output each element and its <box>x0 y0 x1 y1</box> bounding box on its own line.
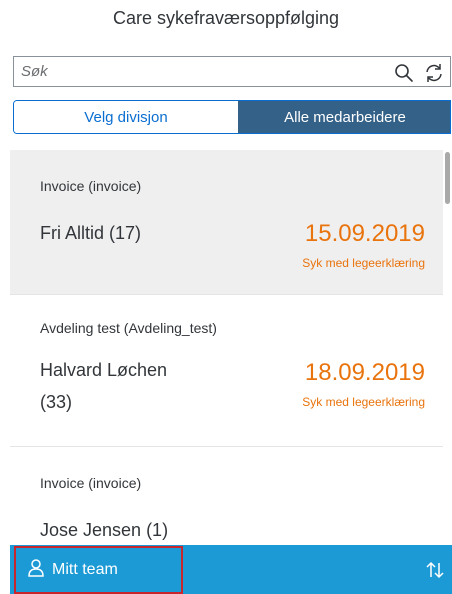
item-status: Syk med legeerklæring <box>302 256 425 270</box>
item-date: 18.09.2019 <box>304 359 425 386</box>
list-item[interactable]: Invoice (invoice) Fri Alltid (17) 15.09.… <box>10 150 443 295</box>
item-employee-name-line1: Halvard Løchen <box>40 360 168 380</box>
view-segmented-control: Velg divisjon Alle medarbeidere <box>13 100 451 134</box>
refresh-icon[interactable] <box>422 61 446 85</box>
employee-list: Invoice (invoice) Fri Alltid (17) 15.09.… <box>0 150 452 546</box>
page-title: Care sykefraværsoppfølging <box>112 8 340 28</box>
item-status: Syk med legeerklæring <box>302 395 425 409</box>
item-department: Invoice (invoice) <box>40 178 142 194</box>
list-item[interactable]: Avdeling test (Avdeling_test) Halvard Lø… <box>10 295 443 447</box>
search-icon[interactable] <box>392 61 416 85</box>
item-department: Invoice (invoice) <box>40 475 142 491</box>
app-root: Care sykefraværsoppfølging Velg divisjon… <box>0 0 452 594</box>
mitt-team-label: Mitt team <box>52 561 118 578</box>
mitt-team-button[interactable]: Mitt team <box>14 546 183 594</box>
list-item[interactable]: Invoice (invoice) Jose Jensen (1) <box>10 447 443 546</box>
sort-icon[interactable] <box>422 557 448 583</box>
search-input[interactable] <box>14 63 354 80</box>
item-employee-name-line2: (33) <box>40 392 73 412</box>
item-department: Avdeling test (Avdeling_test) <box>40 320 217 336</box>
item-employee-name: Jose Jensen (1) <box>40 520 169 540</box>
segment-velg-divisjon[interactable]: Velg divisjon <box>14 101 238 133</box>
person-icon <box>28 558 44 582</box>
footer-toolbar: Mitt team <box>10 545 452 594</box>
segment-alle-medarbeidere[interactable]: Alle medarbeidere <box>238 101 450 133</box>
list-scrollbar[interactable] <box>445 152 450 204</box>
search-bar <box>13 56 451 87</box>
item-date: 15.09.2019 <box>304 220 425 247</box>
item-employee-name: Fri Alltid (17) <box>40 223 142 243</box>
